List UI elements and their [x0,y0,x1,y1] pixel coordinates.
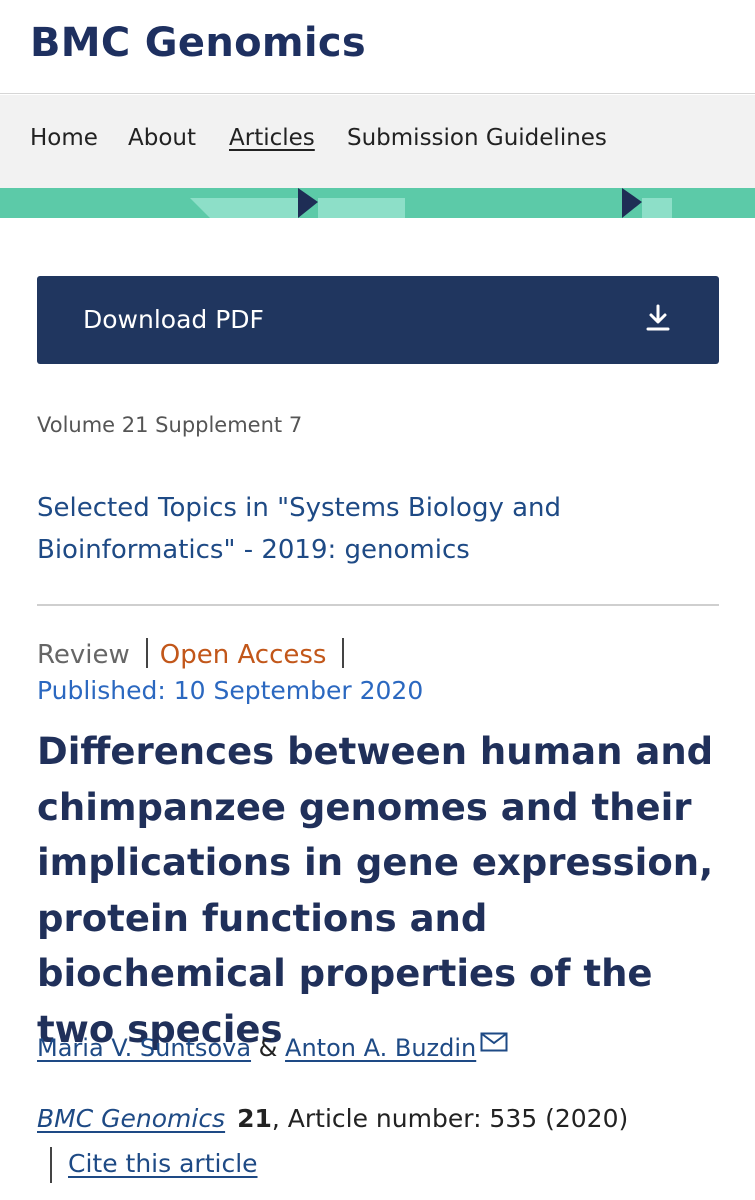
mail-icon[interactable] [480,1032,508,1052]
article-type: Review [37,640,130,670]
journal-link[interactable]: BMC Genomics [37,1104,225,1133]
author-joiner: & [258,1034,278,1062]
decorative-stripe [0,188,755,218]
collection-link[interactable]: Selected Topics in "Systems Biology and … [37,487,677,571]
published-date: Published: 10 September 2020 [37,676,424,705]
citation-details: , Article number: 535 (2020) [271,1104,629,1133]
author-link[interactable]: Maria V. Suntsova [37,1034,251,1062]
journal-logo-title[interactable]: BMC Genomics [30,20,366,66]
meta-separator [145,638,148,668]
site-header: BMC Genomics [0,0,755,94]
nav-item-articles[interactable]: Articles [229,125,315,151]
author-list: Maria V. Suntsova & Anton A. Buzdin [37,1032,508,1062]
cite-separator [50,1147,52,1183]
download-pdf-label: Download PDF [83,305,264,334]
volume-supplement: Volume 21 Supplement 7 [37,413,303,437]
article-meta: Review Open Access [37,638,356,672]
cite-this-article-link[interactable]: Cite this article [68,1149,258,1178]
article-title: Differences between human and chimpanzee… [37,730,714,1051]
citation-line: BMC Genomics 21, Article number: 535 (202… [37,1104,628,1133]
main-nav: Home About Articles Submission Guideline… [0,95,755,188]
download-icon [646,304,670,331]
citation-volume: 21 [237,1104,272,1133]
open-access-badge: Open Access [159,640,327,670]
nav-item-home[interactable]: Home [30,125,98,151]
divider [37,604,719,606]
nav-item-submission-guidelines[interactable]: Submission Guidelines [347,125,607,151]
nav-item-about[interactable]: About [128,125,196,151]
download-pdf-button[interactable]: Download PDF [37,276,719,364]
meta-separator [342,638,345,668]
author-link[interactable]: Anton A. Buzdin [285,1034,476,1062]
